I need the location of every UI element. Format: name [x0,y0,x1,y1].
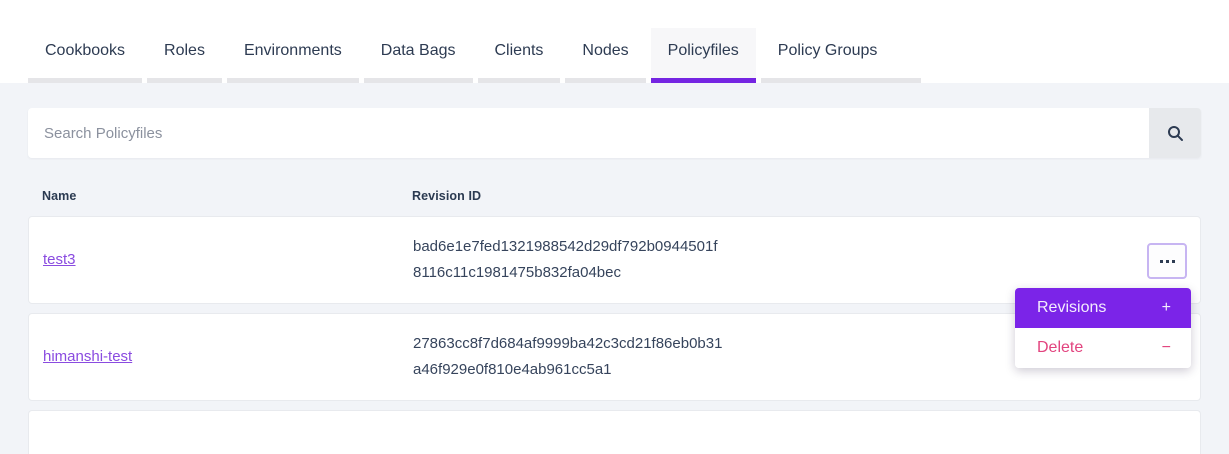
menu-item-revisions[interactable]: Revisions + [1015,288,1191,328]
search-bar [28,108,1201,158]
minus-icon: − [1162,339,1171,357]
tab-data-bags[interactable]: Data Bags [364,28,473,83]
policyfile-link[interactable]: himanshi-test [43,348,132,365]
policyfiles-panel: Name Revision ID test3 bad6e1e7fed132198… [0,83,1229,454]
search-button[interactable] [1149,108,1201,158]
tab-environments[interactable]: Environments [227,28,359,83]
row-actions-menu: Revisions + Delete − [1015,288,1191,368]
row-actions-button[interactable] [1147,243,1187,279]
menu-item-label: Delete [1037,339,1083,357]
revision-id-cell: 27863cc8f7d684af9999ba42c3cd21f86eb0b31a… [413,331,725,383]
tab-nodes[interactable]: Nodes [565,28,645,83]
search-icon [1167,125,1184,142]
tab-roles[interactable]: Roles [147,28,222,83]
table-row: test3 bad6e1e7fed1321988542d29df792b0944… [28,216,1201,304]
table-header: Name Revision ID [28,189,1201,203]
policyfile-name-cell: test3 [43,251,413,269]
policyfile-name-cell: himanshi-test [43,348,413,366]
column-header-name: Name [42,189,412,203]
table-row [28,410,1201,454]
revision-id-cell: bad6e1e7fed1321988542d29df792b0944501f81… [413,234,725,286]
search-input[interactable] [28,108,1149,158]
tab-clients[interactable]: Clients [478,28,561,83]
column-header-revision-id: Revision ID [412,189,481,203]
tab-bar: Cookbooks Roles Environments Data Bags C… [0,28,1229,83]
tab-cookbooks[interactable]: Cookbooks [28,28,142,83]
plus-icon: + [1162,299,1171,317]
menu-item-label: Revisions [1037,299,1106,317]
policyfile-link[interactable]: test3 [43,251,76,268]
tab-policyfiles[interactable]: Policyfiles [651,28,756,83]
tab-policy-groups[interactable]: Policy Groups [761,28,922,83]
ellipsis-icon [1160,260,1175,263]
menu-item-delete[interactable]: Delete − [1015,328,1191,368]
